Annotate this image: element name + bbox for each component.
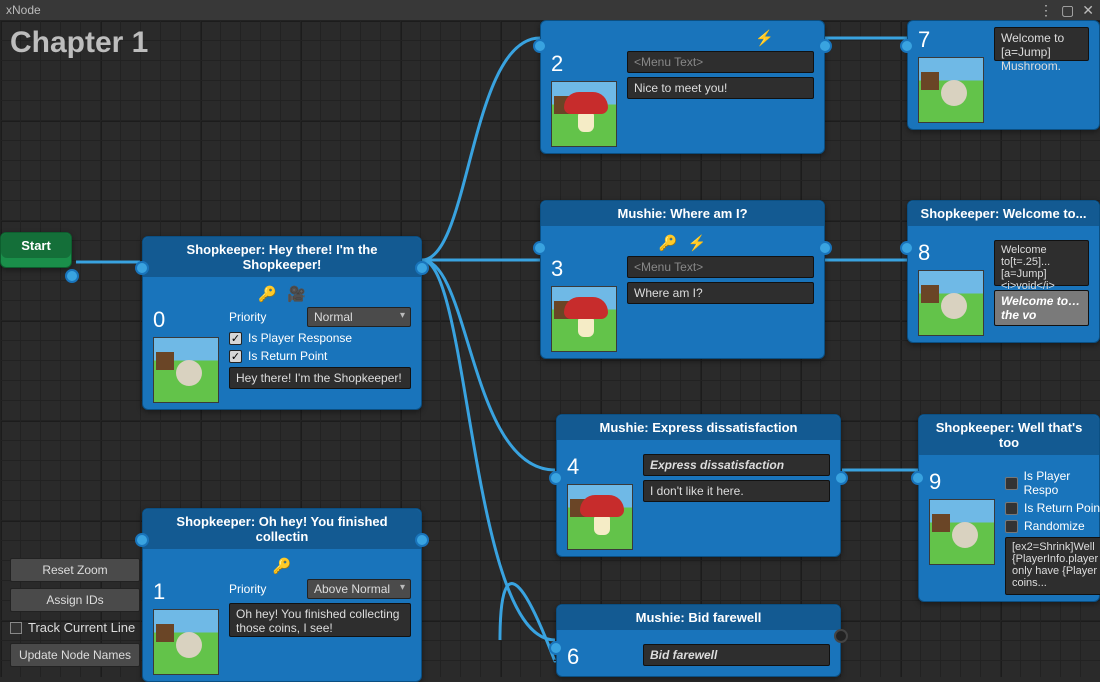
menu-text-input[interactable]: <Menu Text> [627,256,814,278]
assign-ids-button[interactable]: Assign IDs [10,588,140,612]
node-id: 6 [567,644,633,670]
priority-select[interactable]: Normal [307,307,411,327]
bolt-icon: ⚡ [688,234,707,252]
node-title: Mushie: Where am I? [541,201,824,226]
priority-select[interactable]: Above Normal [307,579,411,599]
track-current-line-checkbox[interactable]: Track Current Line [10,618,140,637]
node-6[interactable]: Mushie: Bid farewell 6 Bid farewell [556,604,841,677]
tool-panel: Reset Zoom Assign IDs Track Current Line… [10,558,140,667]
output-port[interactable] [415,261,429,275]
window-menu-icon[interactable]: ⋮ [1039,2,1053,19]
character-thumbnail [153,337,219,403]
camera-icon: 🎥 [287,285,306,303]
priority-label: Priority [229,310,266,324]
update-node-names-button[interactable]: Update Node Names [10,643,140,667]
character-thumbnail [567,484,633,550]
input-port[interactable] [533,39,547,53]
node-id: 0 [153,307,219,333]
key-icon: 🔑 [659,234,678,252]
key-icon: 🔑 [273,557,292,575]
node-title: Shopkeeper: Well that's too [919,415,1099,455]
input-port[interactable] [135,261,149,275]
character-thumbnail [929,499,995,565]
dialogue-text-input[interactable]: Where am I? [627,282,814,304]
menu-text-input[interactable]: Bid farewell [643,644,830,666]
window-titlebar: xNode ⋮ ▢ ✕ [0,0,1100,20]
bolt-icon: ⚡ [755,29,774,47]
output-port[interactable] [65,269,79,283]
dialogue-preview: Welcome to… the vo [994,290,1089,326]
node-id: 2 [551,51,617,77]
dialogue-text-input[interactable]: Oh hey! You finished collecting those co… [229,603,411,637]
priority-label: Priority [229,582,266,596]
node-title: Shopkeeper: Welcome to... [908,201,1099,226]
node-id: 8 [918,240,984,266]
input-port[interactable] [533,241,547,255]
character-thumbnail [551,81,617,147]
character-thumbnail [551,286,617,352]
dialogue-text-input[interactable]: Hey there! I'm the Shopkeeper! [229,367,411,389]
dialogue-text-input[interactable]: Nice to meet you! [627,77,814,99]
is-return-point-checkbox[interactable]: Is Return Point [1005,501,1100,515]
character-thumbnail [918,270,984,336]
input-port[interactable] [549,641,563,655]
output-port[interactable] [834,471,848,485]
node-3[interactable]: Mushie: Where am I? 🔑 ⚡ 3 <Menu Text> Wh… [540,200,825,359]
input-port[interactable] [549,471,563,485]
node-title: Shopkeeper: Hey there! I'm the Shopkeepe… [143,237,421,277]
input-port[interactable] [900,241,914,255]
node-id: 9 [929,469,995,495]
output-port[interactable] [818,241,832,255]
input-port[interactable] [911,471,925,485]
is-player-response-checkbox[interactable]: Is Player Respo [1005,469,1100,497]
dialogue-text-input[interactable]: I don't like it here. [643,480,830,502]
menu-text-input[interactable]: Express dissatisfaction [643,454,830,476]
node-4[interactable]: Mushie: Express dissatisfaction 4 Expres… [556,414,841,557]
start-label: Start [1,233,71,258]
node-2[interactable]: ⚡ 2 <Menu Text> Nice to meet you! [540,20,825,154]
output-port[interactable] [834,629,848,643]
node-0[interactable]: Shopkeeper: Hey there! I'm the Shopkeepe… [142,236,422,410]
chapter-title: Chapter 1 [10,26,148,60]
dialogue-text-input[interactable]: Welcome to [a=Jump] Mushroom. [994,27,1089,61]
node-id: 1 [153,579,219,605]
input-port[interactable] [900,39,914,53]
checkbox-icon [10,622,22,634]
reset-zoom-button[interactable]: Reset Zoom [10,558,140,582]
node-7[interactable]: 7 Welcome to [a=Jump] Mushroom. [907,20,1100,130]
node-title: Mushie: Express dissatisfaction [557,415,840,440]
dialogue-text-input[interactable]: [ex2=Shrink]Well {PlayerInfo.player only… [1005,537,1100,595]
output-port[interactable] [415,533,429,547]
node-id: 4 [567,454,633,480]
character-thumbnail [153,609,219,675]
node-1[interactable]: Shopkeeper: Oh hey! You finished collect… [142,508,422,682]
window-title: xNode [6,3,41,17]
character-thumbnail [918,57,984,123]
output-port[interactable] [818,39,832,53]
menu-text-input[interactable]: <Menu Text> [627,51,814,73]
node-title: Mushie: Bid farewell [557,605,840,630]
dialogue-text-input[interactable]: Welcome to[t=.25]...[a=Jump]<i>void</i>[… [994,240,1089,286]
randomize-checkbox[interactable]: Randomize [1005,519,1100,533]
node-title: Shopkeeper: Oh hey! You finished collect… [143,509,421,549]
node-id: 3 [551,256,617,282]
node-9[interactable]: Shopkeeper: Well that's too 9 Is Player … [918,414,1100,602]
window-close-icon[interactable]: ✕ [1082,2,1094,19]
node-id: 7 [918,27,984,53]
is-player-response-checkbox[interactable]: ✓Is Player Response [229,331,411,345]
start-node[interactable]: Start [0,232,72,268]
window-maximize-icon[interactable]: ▢ [1061,2,1074,19]
is-return-point-checkbox[interactable]: ✓Is Return Point [229,349,411,363]
input-port[interactable] [135,533,149,547]
node-8[interactable]: Shopkeeper: Welcome to... 8 Welcome to[t… [907,200,1100,343]
key-icon: 🔑 [258,285,277,303]
